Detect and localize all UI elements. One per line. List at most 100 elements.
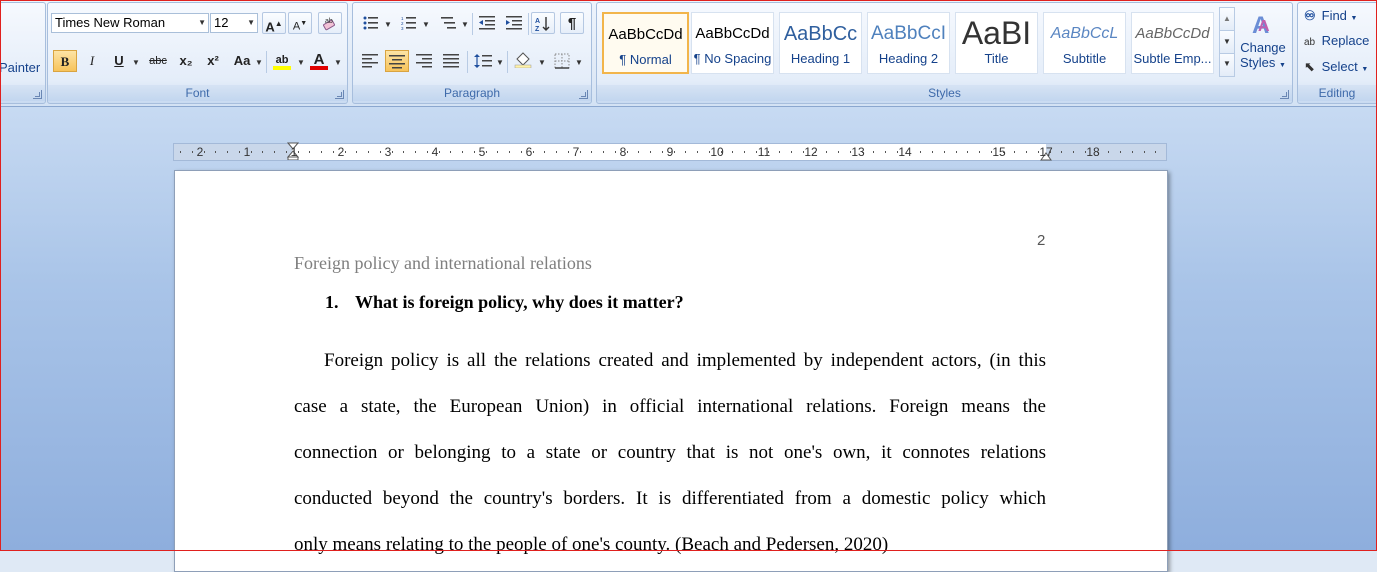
change-case-button[interactable]: Aa: [230, 50, 254, 72]
change-case-dropdown-icon[interactable]: ▼: [255, 58, 263, 67]
ruler-tick: [909, 151, 910, 153]
align-center-button[interactable]: [385, 50, 409, 72]
select-button[interactable]: ⬉ Select ▼: [1304, 57, 1377, 77]
ruler-tick: [356, 151, 357, 153]
highlight-dropdown-icon[interactable]: ▼: [297, 58, 305, 67]
line-spacing-dropdown-icon[interactable]: ▼: [496, 58, 504, 67]
font-size-combobox[interactable]: 12 ▼: [210, 13, 258, 33]
borders-dropdown-icon[interactable]: ▼: [575, 58, 583, 67]
italic-button[interactable]: I: [80, 50, 104, 72]
clipboard-dialog-launcher[interactable]: [33, 90, 42, 99]
format-painter-button[interactable]: Painter: [0, 60, 40, 75]
numbering-button[interactable]: 1 2 3: [397, 12, 421, 34]
ruler-tick: [251, 151, 252, 153]
style-tile-normal[interactable]: AaBbCcDd ¶ Normal: [602, 12, 689, 74]
font-color-button[interactable]: A: [307, 49, 331, 71]
style-tile-title[interactable]: AaBI Title: [955, 12, 1038, 74]
style-tile-heading-1[interactable]: AaBbCc Heading 1: [779, 12, 862, 74]
increase-indent-button[interactable]: [502, 12, 526, 34]
numbering-dropdown-icon[interactable]: ▼: [422, 20, 430, 29]
clear-formatting-button[interactable]: ab: [318, 12, 342, 34]
sort-button[interactable]: A Z: [531, 12, 555, 34]
page-header[interactable]: Foreign policy and international relatio…: [294, 253, 592, 274]
change-styles-label-line1: Change: [1240, 40, 1286, 55]
change-case-icon: Aa: [233, 53, 251, 68]
multilevel-list-icon: [441, 17, 456, 29]
font-dialog-launcher[interactable]: [335, 90, 344, 99]
align-center-icon: [389, 55, 405, 69]
multilevel-list-button[interactable]: [437, 12, 461, 34]
style-tile-subtle-emphasis[interactable]: AaBbCcDd Subtle Emp...: [1131, 12, 1214, 74]
ruler-tick: [674, 151, 675, 153]
body-text-line[interactable]: conducted beyond the country's borders. …: [294, 487, 1046, 511]
style-name: Subtle Emp...: [1133, 51, 1212, 66]
ruler-tick: [791, 151, 792, 153]
change-styles-label-line2: Styles: [1240, 55, 1276, 70]
line-spacing-button[interactable]: [471, 50, 495, 72]
styles-dialog-launcher[interactable]: [1280, 90, 1289, 99]
bold-button[interactable]: B: [53, 50, 77, 72]
font-color-swatch: [310, 66, 328, 70]
justify-button[interactable]: [439, 50, 463, 72]
ruler-tick: [650, 151, 651, 153]
subscript-button[interactable]: x₂: [174, 50, 198, 72]
font-separator: [266, 51, 267, 73]
style-tile-subtitle[interactable]: AaBbCcL Subtitle: [1043, 12, 1126, 74]
body-text-line[interactable]: Foreign policy is all the relations crea…: [324, 349, 1046, 373]
ruler-tick: [486, 151, 487, 153]
grow-font-button[interactable]: A▲: [262, 12, 286, 34]
body-text-line[interactable]: only means relating to the people of one…: [294, 533, 1046, 557]
paint-bucket-icon: [514, 52, 532, 69]
underline-button[interactable]: U: [107, 50, 131, 72]
chevron-down-icon[interactable]: ▼: [198, 14, 206, 32]
strikethrough-button[interactable]: abc: [146, 50, 170, 72]
ruler-tick: [768, 151, 769, 153]
horizontal-ruler[interactable]: 2 1 1 2 3 4 5 6 7 8 9 10 11 12 13 14 15 17 18: [173, 142, 1167, 161]
replace-button[interactable]: ab Replace: [1304, 31, 1377, 51]
body-text-line[interactable]: case a state, the European Union) in off…: [294, 395, 1046, 419]
document-page[interactable]: 2 Foreign policy and international relat…: [174, 170, 1168, 572]
ruler-tick: [180, 151, 181, 153]
change-styles-button[interactable]: A A Change Styles ▼: [1237, 7, 1289, 83]
show-formatting-marks-button[interactable]: ¶: [560, 12, 584, 34]
style-tile-no-spacing[interactable]: AaBbCcDd ¶ No Spacing: [691, 12, 774, 74]
font-color-dropdown-icon[interactable]: ▼: [334, 58, 342, 67]
line-spacing-icon: [474, 54, 492, 68]
shading-button[interactable]: [511, 50, 535, 72]
paragraph-dialog-launcher[interactable]: [579, 90, 588, 99]
shading-dropdown-icon[interactable]: ▼: [538, 58, 546, 67]
ruler-number: 8: [619, 145, 627, 159]
gallery-scroll-up-button[interactable]: ▲: [1219, 7, 1235, 31]
ruler-number: 1: [243, 145, 251, 159]
ruler-tick: [309, 151, 310, 153]
bullets-button[interactable]: [359, 12, 383, 34]
ruler-number: 5: [478, 145, 486, 159]
gallery-more-button[interactable]: ▼: [1219, 53, 1235, 77]
ruler-tick: [1144, 151, 1145, 153]
align-left-button[interactable]: [358, 50, 382, 72]
shrink-font-button[interactable]: A▼: [288, 12, 312, 34]
ruler-tick: [662, 151, 663, 153]
replace-label: Replace: [1321, 33, 1370, 48]
ruler-tick: [615, 151, 616, 153]
style-tile-heading-2[interactable]: AaBbCcI Heading 2: [867, 12, 950, 74]
ruler-number: 2: [337, 145, 345, 159]
multilevel-dropdown-icon[interactable]: ▼: [461, 20, 469, 29]
section-heading[interactable]: 1. What is foreign policy, why does it ma…: [325, 292, 684, 313]
bullets-dropdown-icon[interactable]: ▼: [384, 20, 392, 29]
eraser-icon: ab: [323, 18, 335, 31]
body-text-line[interactable]: connection or belonging to a state or co…: [294, 441, 1046, 465]
ruler-tick: [603, 151, 604, 153]
align-right-button[interactable]: [412, 50, 436, 72]
font-name-combobox[interactable]: Times New Roman ▼: [51, 13, 209, 33]
highlight-button[interactable]: ab: [270, 49, 294, 71]
chevron-down-icon[interactable]: ▼: [247, 14, 255, 32]
superscript-button[interactable]: x²: [201, 50, 225, 72]
decrease-indent-button[interactable]: [475, 12, 499, 34]
gallery-scroll-down-button[interactable]: ▼: [1219, 30, 1235, 54]
borders-icon: [554, 53, 570, 69]
borders-button[interactable]: [550, 50, 574, 72]
ruler-tick: [697, 151, 698, 153]
find-button[interactable]: ♾ Find ▼: [1304, 6, 1377, 26]
underline-dropdown-icon[interactable]: ▼: [132, 58, 140, 67]
